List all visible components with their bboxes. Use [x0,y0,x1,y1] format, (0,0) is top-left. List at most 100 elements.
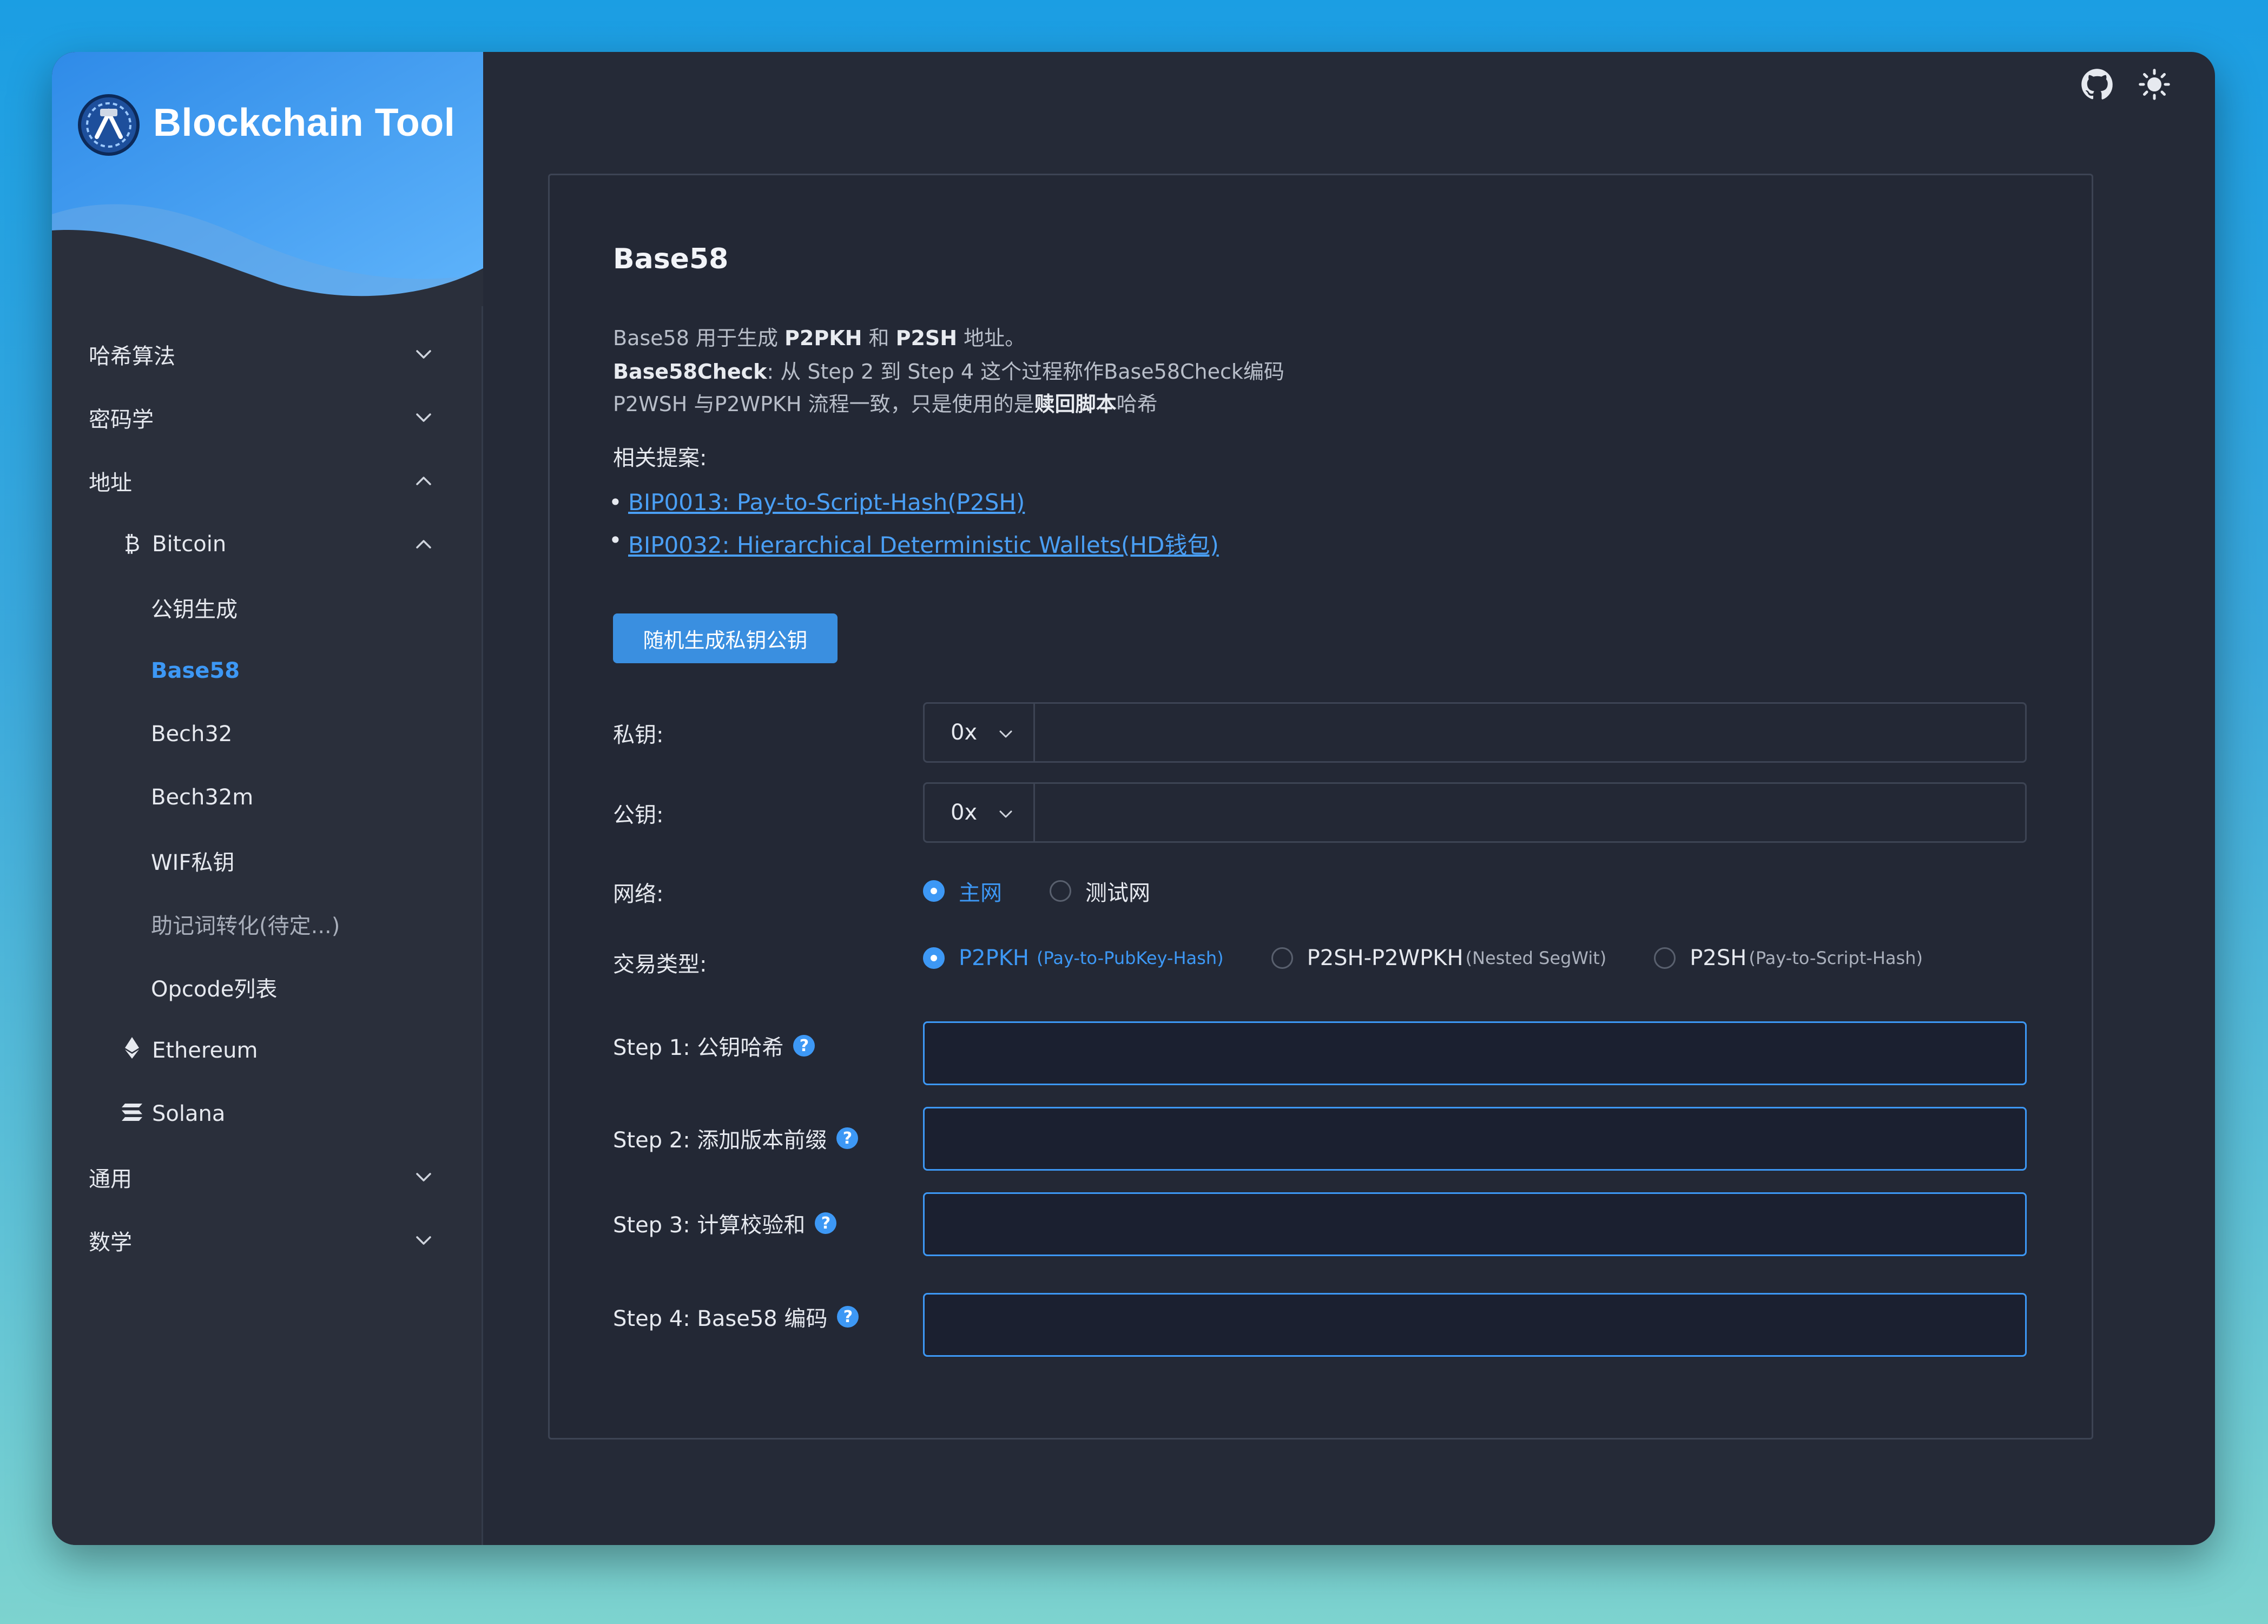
bitcoin-icon: ₿ [124,531,140,557]
sidebar-item-ethereum[interactable]: Ethereum [52,1019,483,1082]
radio-sublabel: (Pay-to-PubKey-Hash) [1037,948,1224,968]
chevron-up-icon [416,476,431,485]
sidebar-item-label: Ethereum [152,1038,258,1063]
page-title: Base58 [613,243,729,275]
main-card: Base58 Base58 用于生成 P2PKH 和 P2SH 地址。 Base… [548,174,2093,1440]
sidebar-item-crypto[interactable]: 密码学 [52,386,483,449]
step-label-text: Step 4: Base58 编码 [613,1306,828,1331]
sidebar-item-label: 哈希算法 [89,344,175,369]
sidebar-item-address[interactable]: 地址 [52,449,483,512]
sidebar-item-opcode[interactable]: Opcode列表 [52,955,483,1019]
step-label-text: Step 1: 公钥哈希 [613,1035,784,1060]
description-line-1: Base58 用于生成 P2PKH 和 P2SH 地址。 [613,321,1025,355]
prefix-value: 0x [951,800,978,825]
github-icon[interactable] [2081,68,2113,101]
help-icon[interactable]: ? [836,1127,859,1149]
public-key-prefix-select[interactable]: 0x [925,784,1035,841]
private-key-prefix-select[interactable]: 0x [925,704,1035,761]
tx-type-p2sh-p2wpkh-radio[interactable]: P2SH-P2WPKH (Nested SegWit) [1271,946,1607,971]
tx-type-p2pkh-radio[interactable]: P2PKH (Pay-to-PubKey-Hash) [923,946,1224,971]
network-label: 网络: [613,882,664,907]
sun-icon[interactable] [2138,68,2171,101]
tx-type-label: 交易类型: [613,952,707,977]
sidebar-item-label: Opcode列表 [151,976,278,1002]
sidebar-item-label: Solana [152,1101,226,1126]
radio-dot [1050,880,1071,902]
sidebar-item-label: WIF私钥 [151,850,235,875]
radio-dot [1271,947,1293,969]
help-icon[interactable]: ? [837,1306,859,1328]
sidebar-item-label: 数学 [89,1230,132,1255]
step-label-text: Step 2: 添加版本前缀 [613,1128,827,1153]
sidebar-item-label: 密码学 [89,407,154,432]
desc-text: : 从 Step 2 到 Step 4 这个过程称作Base58Check编码 [767,360,1284,384]
help-icon[interactable]: ? [815,1212,837,1234]
refs-heading: 相关提案: [613,446,707,471]
desc-text: P2WSH 与P2WPKH 流程一致，只是使用的是 [613,392,1034,416]
sidebar-item-label: 通用 [89,1166,132,1192]
radio-label: P2SH [1690,946,1747,971]
sidebar-item-label: Base58 [151,658,240,683]
step-3-output[interactable] [923,1192,2027,1256]
step-4-label: Step 4: Base58 编码 ? [613,1301,859,1332]
radio-dot [1654,947,1676,969]
chevron-down-icon [416,1172,431,1181]
sidebar-item-base58[interactable]: Base58 [52,639,483,702]
sidebar-nav: 哈希算法 密码学 地址 ₿ Bitcoin 公钥生成 Base58 Bech32… [52,322,483,1272]
brand-wave-background [52,52,483,306]
sidebar-item-label: Bitcoin [152,531,227,557]
sidebar-item-bitcoin[interactable]: ₿ Bitcoin [52,512,483,576]
chevron-down-icon [416,349,431,359]
sidebar-item-solana[interactable]: Solana [52,1082,483,1145]
chevron-down-icon [999,810,1012,818]
network-radio-group: 主网 测试网 [923,875,1198,907]
sidebar-item-bech32m[interactable]: Bech32m [52,765,483,829]
sidebar-item-wif[interactable]: WIF私钥 [52,829,483,892]
sidebar-item-general[interactable]: 通用 [52,1145,483,1209]
sidebar-item-label: 公钥生成 [151,597,238,622]
step-2-label: Step 2: 添加版本前缀 ? [613,1123,859,1154]
network-testnet-radio[interactable]: 测试网 [1050,875,1150,907]
radio-dot [923,880,945,902]
chevron-up-icon [416,539,431,549]
app-window: Blockchain Tool 哈希算法 密码学 地址 ₿ Bitcoin 公钥… [52,52,2215,1545]
desc-bold: P2PKH [784,326,862,350]
private-key-field: 0x [923,702,2027,763]
step-2-output[interactable] [923,1107,2027,1171]
sidebar-item-math[interactable]: 数学 [52,1209,483,1272]
sidebar-item-label: 助记词转化(待定...) [151,913,340,939]
sidebar-item-mnemonic[interactable]: 助记词转化(待定...) [52,892,483,955]
sidebar-item-hash[interactable]: 哈希算法 [52,322,483,386]
public-key-label: 公钥: [613,803,664,828]
step-3-label: Step 3: 计算校验和 ? [613,1207,837,1239]
radio-sublabel: (Nested SegWit) [1465,948,1607,968]
tx-type-radio-group: P2PKH (Pay-to-PubKey-Hash) P2SH-P2WPKH (… [923,946,1970,971]
private-key-label: 私钥: [613,723,664,748]
tx-type-p2sh-radio[interactable]: P2SH (Pay-to-Script-Hash) [1654,946,1923,971]
chevron-down-icon [416,413,431,422]
desc-text: 哈希 [1116,392,1158,416]
brand-header: Blockchain Tool [52,52,483,306]
step-1-label: Step 1: 公钥哈希 ? [613,1030,815,1061]
help-icon[interactable]: ? [793,1035,815,1057]
private-key-input[interactable] [1035,704,2025,761]
public-key-input[interactable] [1035,784,2025,841]
radio-label: P2SH-P2WPKH [1307,946,1463,971]
desc-bold: 赎回脚本 [1034,392,1117,416]
ref-link-bip0013[interactable]: BIP0013: Pay-to-Script-Hash(P2SH) [609,489,1025,516]
sidebar-item-pubkey-gen[interactable]: 公钥生成 [52,576,483,639]
ref-link-bip0032[interactable]: BIP0032: Hierarchical Deterministic Wall… [609,527,1219,560]
desc-bold: Base58Check [613,360,767,384]
step-4-output[interactable] [923,1293,2027,1357]
sidebar-item-bech32[interactable]: Bech32 [52,702,483,765]
step-1-output[interactable] [923,1021,2027,1085]
generate-keys-button[interactable]: 随机生成私钥公钥 [613,613,838,663]
network-mainnet-radio[interactable]: 主网 [923,875,1002,907]
app-logo-icon [76,93,141,157]
sidebar-item-label: 地址 [89,470,132,496]
solana-icon [121,1101,143,1126]
desc-bold: P2SH [895,326,958,350]
radio-label: P2PKH [959,946,1029,971]
desc-text: 和 [862,326,896,350]
public-key-field: 0x [923,782,2027,843]
